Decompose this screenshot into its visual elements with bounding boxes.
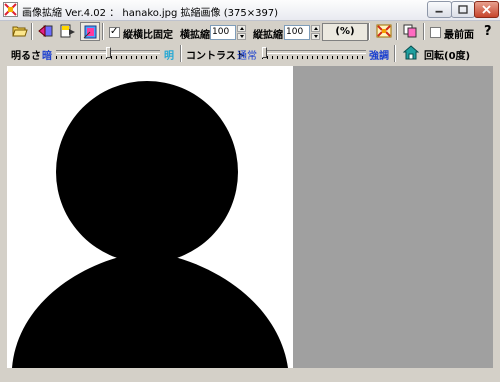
- app-icon: [3, 2, 18, 17]
- toolbar-separator: [102, 23, 104, 40]
- rotate-label: 回転(0度): [424, 51, 471, 62]
- title-bar: 画像拡縮 Ver.4.02 ： hanako.jpg 拡縮画像 (375×397…: [0, 0, 500, 21]
- contrast-thumb[interactable]: [262, 47, 267, 58]
- arrow-left-icon: [38, 24, 53, 38]
- rotate-button[interactable]: [401, 43, 421, 62]
- image-view-icon: [83, 25, 97, 39]
- maximize-icon: [458, 5, 468, 14]
- toolbar-separator: [396, 23, 398, 40]
- height-scale-spinner[interactable]: [311, 25, 320, 40]
- width-down-button[interactable]: [237, 33, 246, 40]
- maximize-button[interactable]: [451, 1, 475, 18]
- close-button[interactable]: [474, 1, 499, 18]
- contrast-strong-label: 強調: [369, 51, 389, 62]
- status-area: [0, 368, 500, 382]
- toolbar-separator: [394, 45, 396, 62]
- height-scale-label: 縦拡縮: [253, 30, 283, 41]
- width-up-button[interactable]: [237, 25, 246, 32]
- toolbar-separator: [368, 23, 370, 40]
- copy-image-button[interactable]: [400, 22, 420, 41]
- brightness-slider[interactable]: [56, 47, 160, 61]
- save-image-button[interactable]: [58, 22, 78, 41]
- fit-window-button[interactable]: [374, 22, 394, 41]
- keep-ratio-checkbox[interactable]: ✓: [109, 26, 120, 38]
- contrast-ticks: [262, 56, 366, 59]
- main-toolbar: ✓ 縦横比固定 横拡縮 100 縦拡縮 100 (%) 最前面 ?: [0, 21, 500, 43]
- adjust-toolbar: 明るさ 暗 明 コントラスト 通常 強調 回転(0度): [0, 43, 500, 64]
- width-scale-label: 横拡縮: [180, 30, 210, 41]
- brightness-label: 明るさ: [11, 51, 41, 62]
- contrast-slider[interactable]: [262, 47, 366, 61]
- contrast-normal-label: 通常: [237, 51, 257, 62]
- brightness-bright-label: 明: [164, 51, 174, 62]
- home-rotate-icon: [403, 45, 419, 60]
- folder-open-icon: [12, 26, 28, 37]
- image-canvas[interactable]: [7, 66, 493, 368]
- width-scale-spinner[interactable]: [237, 25, 246, 40]
- minimize-icon: [435, 10, 443, 13]
- toolbar-separator: [423, 23, 425, 40]
- scaled-image: [7, 66, 293, 368]
- keep-ratio-label: 縦横比固定: [123, 30, 173, 41]
- help-button[interactable]: ?: [484, 24, 492, 39]
- height-scale-input[interactable]: 100: [284, 25, 310, 40]
- contrast-track: [262, 50, 366, 54]
- toolbar-separator: [31, 23, 33, 40]
- height-down-button[interactable]: [311, 33, 320, 40]
- brightness-thumb[interactable]: [106, 47, 111, 58]
- previous-image-button[interactable]: [36, 22, 56, 41]
- close-icon: [482, 5, 491, 14]
- open-file-button[interactable]: [10, 22, 30, 41]
- toolbar-separator: [180, 45, 182, 62]
- person-silhouette-icon: [7, 66, 293, 368]
- topmost-checkbox[interactable]: [430, 27, 441, 38]
- minimize-button[interactable]: [427, 1, 452, 18]
- check-icon: ✓: [110, 26, 119, 37]
- topmost-label: 最前面: [444, 30, 474, 41]
- save-arrow-icon: [60, 24, 75, 38]
- window-title: 画像拡縮 Ver.4.02 ： hanako.jpg 拡縮画像 (375×397…: [22, 8, 279, 19]
- percent-button[interactable]: (%): [322, 23, 368, 41]
- width-scale-input[interactable]: 100: [210, 25, 236, 40]
- height-up-button[interactable]: [311, 25, 320, 32]
- copy-icon: [403, 24, 417, 38]
- brightness-dark-label: 暗: [42, 51, 52, 62]
- view-mode-button[interactable]: [80, 22, 100, 41]
- app-window: 画像拡縮 Ver.4.02 ： hanako.jpg 拡縮画像 (375×397…: [0, 0, 500, 382]
- fit-arrows-icon: [376, 24, 392, 38]
